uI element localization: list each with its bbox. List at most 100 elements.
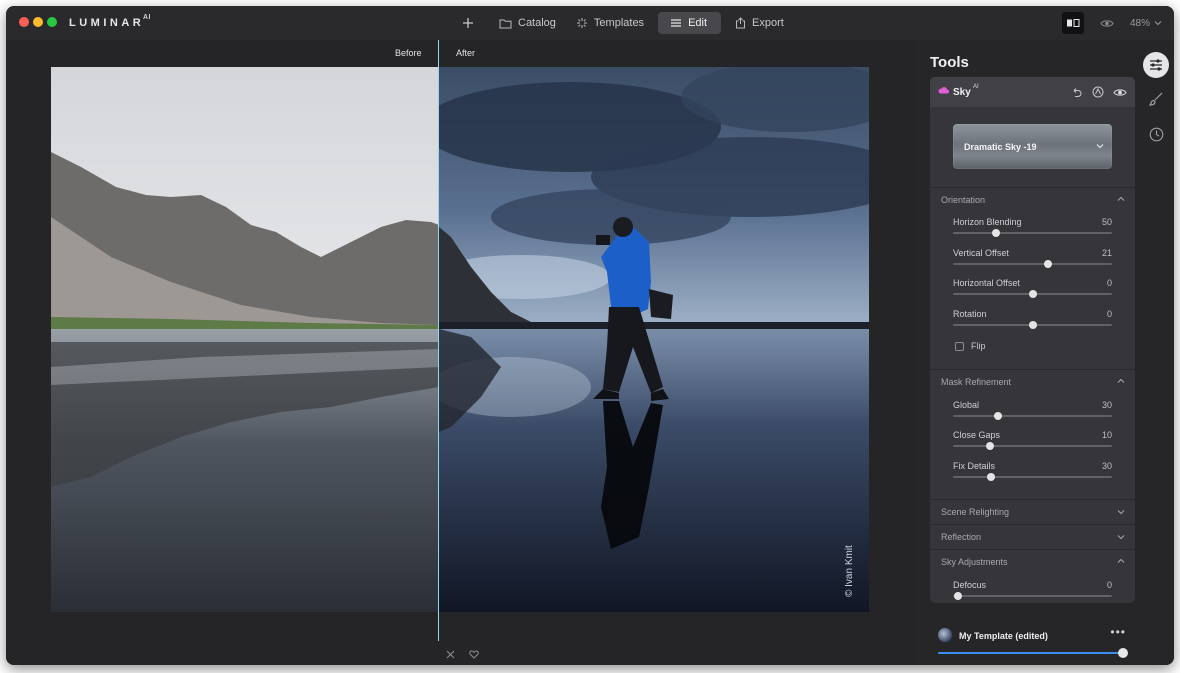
main-navigation: Catalog Templates Edit Export (457, 12, 794, 34)
section-mask-refinement-title[interactable]: Mask Refinement (941, 377, 1011, 387)
visibility-toggle[interactable] (1113, 85, 1127, 99)
slider-vertical-offset[interactable]: Vertical Offset 21 (953, 248, 1112, 270)
mask-button[interactable] (1091, 85, 1105, 99)
slider-value: 0 (1106, 580, 1112, 590)
slider-track[interactable] (953, 321, 1112, 329)
reject-button[interactable] (443, 647, 457, 661)
sky-tool-card: Sky AI Dramatic Sky -19 Orientation Hori… (930, 77, 1135, 603)
chevron-up-icon[interactable] (1117, 558, 1125, 564)
divider (930, 187, 1135, 188)
template-amount-thumb[interactable] (1118, 648, 1128, 658)
minimize-window-button[interactable] (33, 17, 43, 27)
template-name: My Template (edited) (959, 631, 1048, 641)
divider (930, 524, 1135, 525)
nav-catalog[interactable]: Catalog (489, 12, 566, 34)
close-window-button[interactable] (19, 17, 29, 27)
folder-icon (499, 19, 512, 28)
slider-thumb[interactable] (953, 592, 962, 600)
favorite-button[interactable] (467, 647, 481, 661)
slider-track[interactable] (953, 442, 1112, 450)
zoom-value: 48% (1129, 17, 1150, 29)
zoom-window-button[interactable] (47, 17, 57, 27)
history-tab-button[interactable] (1143, 121, 1169, 147)
preview-toggle-button[interactable] (1096, 12, 1118, 34)
before-after-divider[interactable] (438, 40, 439, 641)
slider-thumb[interactable] (991, 229, 1000, 237)
slider-value: 0 (1106, 309, 1112, 319)
tools-tab-button[interactable] (1143, 52, 1169, 78)
slider-thumb[interactable] (985, 442, 994, 450)
slider-track[interactable] (953, 229, 1112, 237)
slider-thumb[interactable] (1028, 321, 1037, 329)
nav-catalog-label: Catalog (518, 17, 556, 29)
brush-tab-button[interactable] (1143, 86, 1169, 112)
close-icon (446, 650, 454, 658)
slider-track[interactable] (953, 260, 1112, 268)
flip-label: Flip (971, 341, 986, 351)
nav-export[interactable]: Export (725, 12, 794, 34)
slider-label: Close Gaps (953, 430, 1001, 440)
sky-tool-actions (1061, 85, 1127, 99)
mask-icon (1092, 86, 1104, 98)
slider-value: 30 (1101, 461, 1112, 471)
photo-preview[interactable]: © Ivan Kmit (51, 67, 869, 612)
slider-track[interactable] (953, 592, 1112, 600)
section-sky-adjustments-title[interactable]: Sky Adjustments (941, 557, 1008, 567)
slider-thumb[interactable] (1044, 260, 1053, 268)
slider-label: Fix Details (953, 461, 996, 471)
nav-templates-label: Templates (593, 17, 645, 29)
chevron-down-icon (1154, 21, 1162, 26)
nav-templates[interactable]: Templates (566, 12, 654, 34)
section-scene-relighting-title[interactable]: Scene Relighting (941, 507, 1009, 517)
sliders-icon (1150, 59, 1162, 71)
divider (930, 549, 1135, 550)
add-photos-button[interactable] (457, 12, 479, 34)
nav-edit[interactable]: Edit (658, 12, 722, 34)
template-amount-slider[interactable] (938, 652, 1124, 654)
slider-value: 0 (1106, 278, 1112, 288)
photo-actions (443, 647, 491, 661)
slider-rotation[interactable]: Rotation 0 (953, 309, 1112, 331)
app-window: LUMINAR AI Catalog Templates Edit Export (6, 6, 1174, 665)
slider-value: 10 (1101, 430, 1112, 440)
sky-tool-name: Sky (953, 87, 971, 98)
slider-track[interactable] (953, 290, 1112, 298)
before-label: Before (395, 48, 422, 58)
slider-defocus[interactable]: Defocus 0 (953, 580, 1112, 602)
slider-label: Horizon Blending (953, 217, 1022, 227)
more-options-button[interactable]: ••• (1110, 625, 1126, 639)
eye-icon (1100, 19, 1114, 27)
slider-horizontal-offset[interactable]: Horizontal Offset 0 (953, 278, 1112, 300)
slider-thumb[interactable] (987, 473, 996, 481)
undo-button[interactable] (1069, 85, 1083, 99)
chevron-down-icon[interactable] (1117, 534, 1125, 540)
zoom-dropdown[interactable]: 48% (1130, 18, 1162, 29)
flip-checkbox[interactable]: Flip (955, 341, 986, 351)
chevron-up-icon[interactable] (1117, 196, 1125, 202)
sky-selection-dropdown[interactable]: Dramatic Sky -19 (953, 124, 1112, 169)
slider-global[interactable]: Global 30 (953, 400, 1112, 422)
slider-close-gaps[interactable]: Close Gaps 10 (953, 430, 1112, 452)
slider-track[interactable] (953, 473, 1112, 481)
chevron-up-icon[interactable] (1117, 378, 1125, 384)
chevron-down-icon[interactable] (1117, 509, 1125, 515)
slider-thumb[interactable] (993, 412, 1002, 420)
sky-tool-header[interactable]: Sky AI (930, 77, 1135, 107)
slider-track[interactable] (953, 412, 1112, 420)
nav-edit-label: Edit (688, 17, 708, 29)
compare-toggle-button[interactable] (1061, 12, 1084, 34)
slider-label: Horizontal Offset (953, 278, 1020, 288)
view-controls: 48% (1061, 12, 1162, 34)
slider-value: 30 (1101, 400, 1112, 410)
section-reflection-title[interactable]: Reflection (941, 532, 981, 542)
clock-icon (1149, 127, 1163, 141)
template-thumbnail (938, 628, 952, 642)
checkbox-box[interactable] (955, 341, 964, 351)
slider-horizon-blending[interactable]: Horizon Blending 50 (953, 217, 1112, 239)
nav-export-label: Export (752, 17, 784, 29)
slider-fix-details[interactable]: Fix Details 30 (953, 461, 1112, 483)
divider (930, 499, 1135, 500)
section-orientation-title[interactable]: Orientation (941, 195, 985, 205)
share-icon (736, 17, 746, 29)
slider-thumb[interactable] (1028, 290, 1037, 298)
